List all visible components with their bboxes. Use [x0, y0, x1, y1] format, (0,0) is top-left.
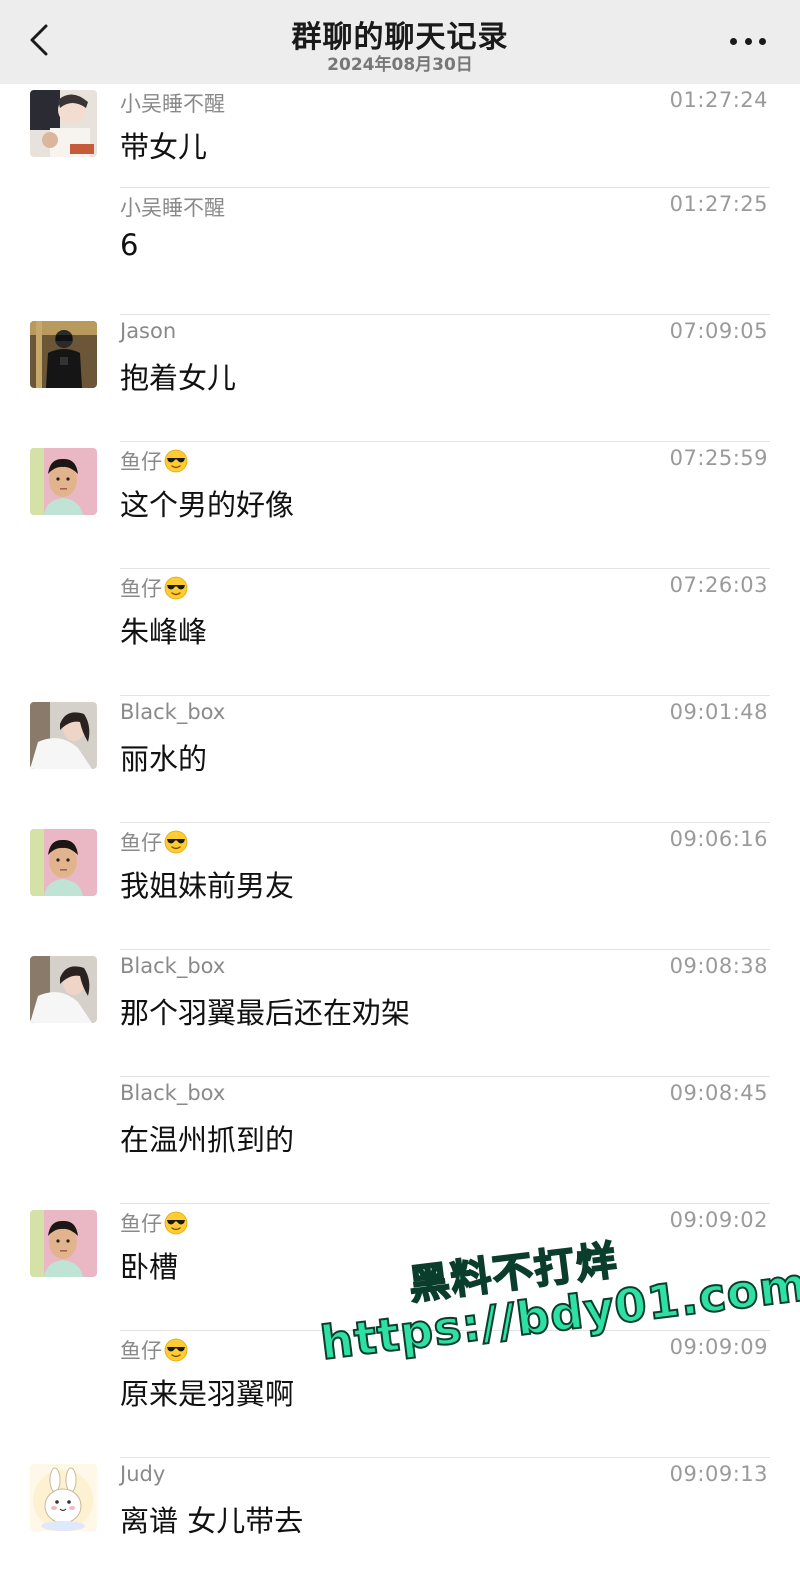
message-time: 01:27:24 — [669, 88, 768, 112]
message-time: 07:25:59 — [669, 446, 768, 470]
avatar[interactable] — [30, 90, 97, 157]
message-item[interactable]: 鱼仔 09:09:02 卧槽 — [0, 1204, 800, 1331]
sender-name: 鱼仔 — [120, 446, 188, 476]
sender-name-text: 鱼仔 — [120, 577, 162, 601]
avatar[interactable] — [30, 321, 97, 388]
sunglasses-emoji-icon — [164, 1338, 188, 1362]
message-text: 抱着女儿 — [120, 361, 237, 395]
message-text: 带女儿 — [120, 130, 208, 164]
message-item[interactable]: 鱼仔 07:25:59 这个男的好像 — [0, 442, 800, 569]
message-text: 那个羽翼最后还在劝架 — [120, 996, 411, 1030]
message-time: 09:01:48 — [669, 700, 768, 724]
message-item[interactable]: Black_box 09:08:45 在温州抓到的 — [0, 1077, 800, 1204]
sender-name-text: Black_box — [120, 700, 226, 724]
sender-name: 鱼仔 — [120, 1208, 188, 1238]
message-time: 07:26:03 — [669, 573, 768, 597]
message-time: 09:06:16 — [669, 827, 768, 851]
message-time: 09:09:13 — [669, 1462, 768, 1486]
sender-name: Judy — [120, 1462, 165, 1486]
sender-name-text: Black_box — [120, 954, 226, 978]
avatar[interactable] — [30, 956, 97, 1023]
more-icon[interactable] — [730, 36, 766, 46]
message-item[interactable]: Black_box 09:01:48 丽水的 — [0, 696, 800, 823]
message-item[interactable]: 鱼仔 07:26:03 朱峰峰 — [0, 569, 800, 696]
sender-name-text: 鱼仔 — [120, 1339, 162, 1363]
sender-name-text: 鱼仔 — [120, 1212, 162, 1236]
message-time: 01:27:25 — [669, 192, 768, 216]
sunglasses-emoji-icon — [164, 576, 188, 600]
message-time: 09:09:09 — [669, 1335, 768, 1359]
message-item[interactable]: Black_box 09:08:38 那个羽翼最后还在劝架 — [0, 950, 800, 1077]
message-text: 在温州抓到的 — [120, 1123, 295, 1157]
message-time: 07:09:05 — [669, 319, 768, 343]
avatar[interactable] — [30, 1210, 97, 1277]
message-time: 09:08:38 — [669, 954, 768, 978]
sunglasses-emoji-icon — [164, 830, 188, 854]
message-item[interactable]: 鱼仔 09:06:16 我姐妹前男友 — [0, 823, 800, 950]
message-text: 朱峰峰 — [120, 615, 208, 649]
message-item[interactable]: Judy 09:09:13 离谱 女儿带去 — [0, 1458, 800, 1585]
avatar[interactable] — [30, 1464, 97, 1531]
message-text: 我姐妹前男友 — [120, 869, 295, 903]
message-time: 09:09:02 — [669, 1208, 768, 1232]
page-date: 2024年08月30日 — [327, 55, 473, 75]
message-text: 这个男的好像 — [120, 488, 295, 522]
sender-name: Black_box — [120, 954, 225, 978]
sender-name: 小吴睡不醒 — [120, 88, 225, 118]
avatar[interactable] — [30, 829, 97, 896]
sender-name: 小吴睡不醒 — [120, 192, 225, 222]
sender-name-text: 小吴睡不醒 — [120, 196, 225, 220]
message-item[interactable]: 小吴睡不醒 01:27:25 6 — [0, 188, 800, 315]
sunglasses-emoji-icon — [164, 449, 188, 473]
nav-bar: 群聊的聊天记录 2024年08月30日 — [0, 0, 800, 84]
sender-name-text: Black_box — [120, 1081, 226, 1105]
sender-name: Jason — [120, 319, 176, 343]
sender-name-text: 鱼仔 — [120, 831, 162, 855]
avatar[interactable] — [30, 448, 97, 515]
avatar[interactable] — [30, 702, 97, 769]
sender-name-text: 小吴睡不醒 — [120, 92, 225, 116]
message-text: 原来是羽翼啊 — [120, 1377, 295, 1411]
message-text: 6 — [120, 228, 139, 262]
sender-name-text: Judy — [120, 1462, 166, 1486]
sender-name: 鱼仔 — [120, 573, 188, 603]
message-item[interactable]: 小吴睡不醒 01:27:24 带女儿 — [0, 84, 800, 188]
message-time: 09:08:45 — [669, 1081, 768, 1105]
sender-name: Black_box — [120, 1081, 225, 1105]
chat-record-list: 小吴睡不醒 01:27:24 带女儿 小吴睡不醒 01:27:25 6 Jason 07:09… — [0, 84, 800, 1585]
sender-name-text: Jason — [120, 319, 177, 343]
message-text: 丽水的 — [120, 742, 208, 776]
message-item[interactable]: 鱼仔 09:09:09 原来是羽翼啊 — [0, 1331, 800, 1458]
message-text: 卧槽 — [120, 1250, 179, 1284]
message-text: 离谱 女儿带去 — [120, 1504, 304, 1538]
sender-name: 鱼仔 — [120, 1335, 188, 1365]
sender-name-text: 鱼仔 — [120, 450, 162, 474]
sender-name: 鱼仔 — [120, 827, 188, 857]
sender-name: Black_box — [120, 700, 225, 724]
sunglasses-emoji-icon — [164, 1211, 188, 1235]
message-item[interactable]: Jason 07:09:05 抱着女儿 — [0, 315, 800, 442]
